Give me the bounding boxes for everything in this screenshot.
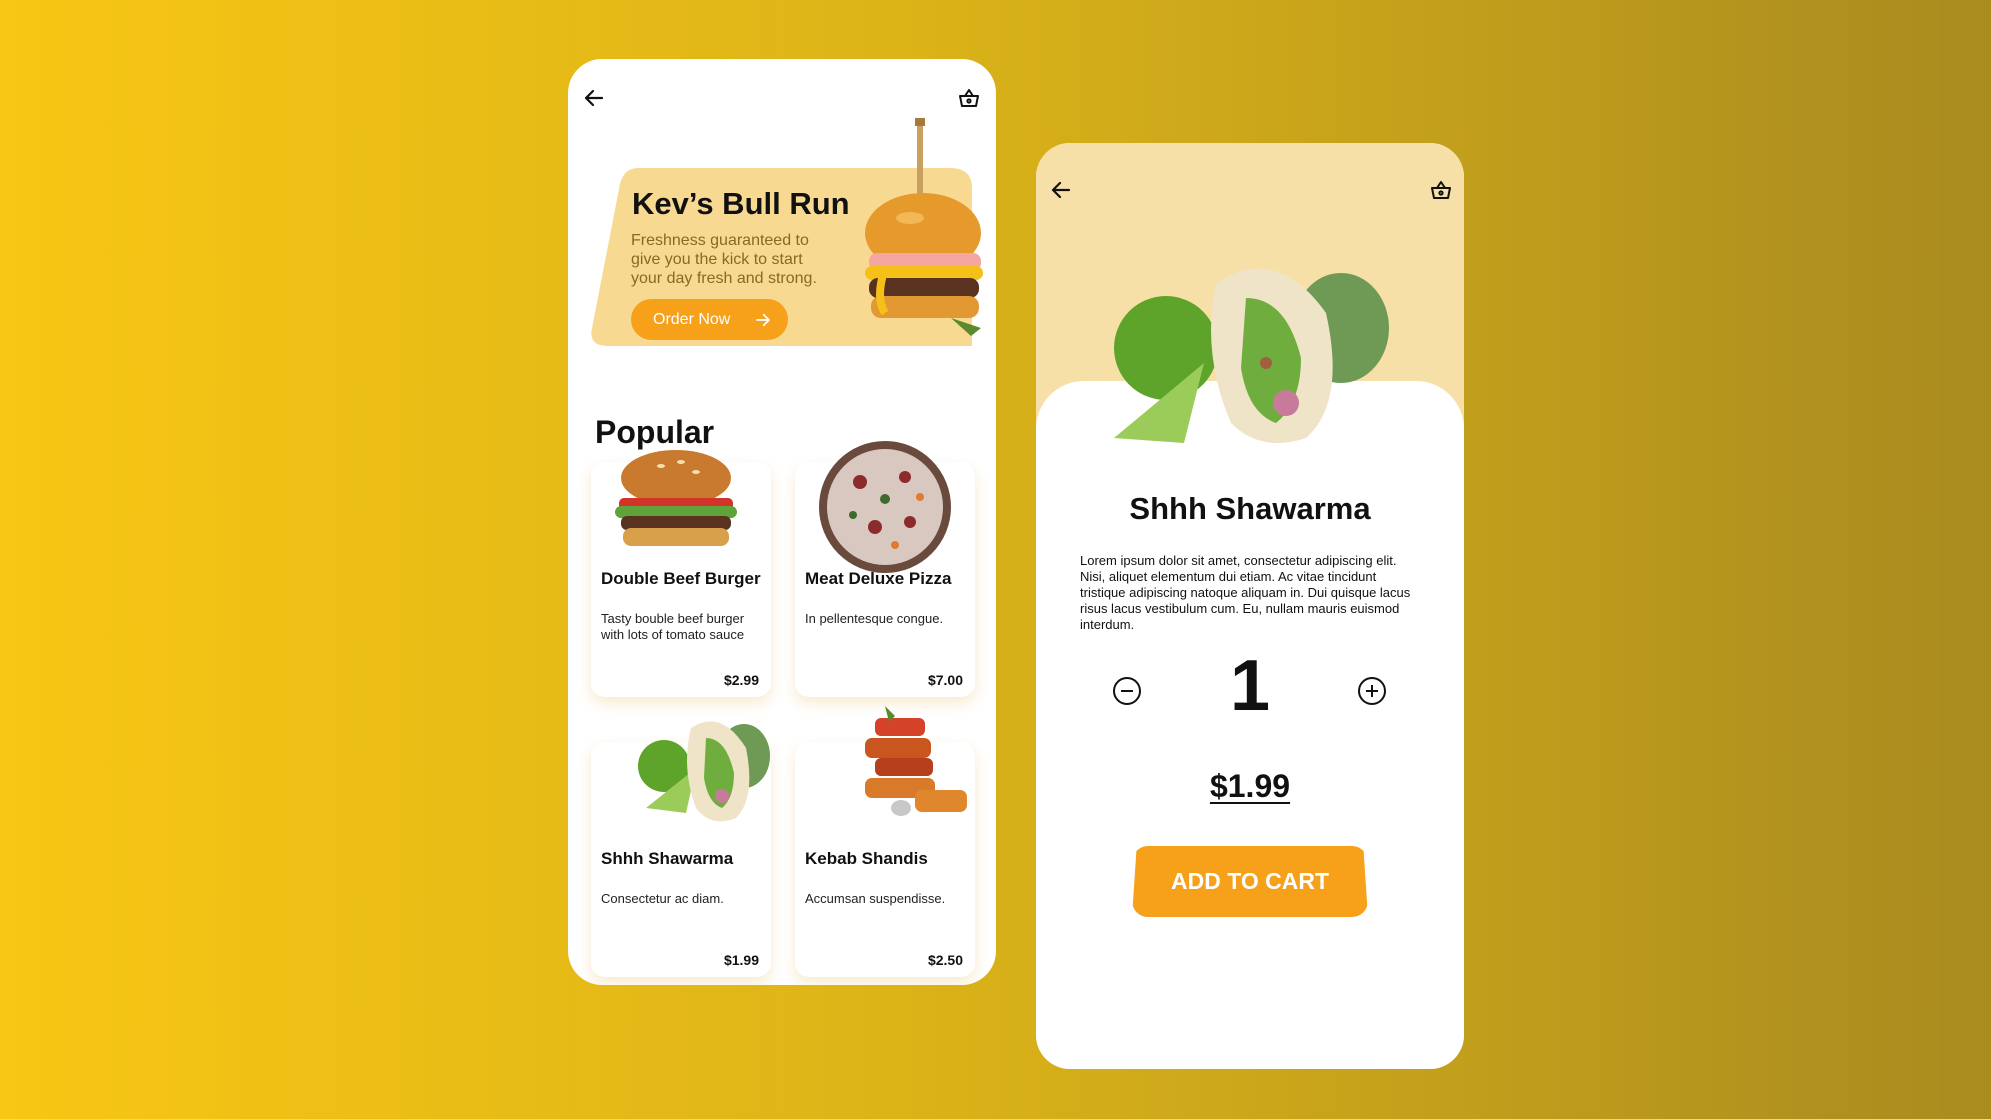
product-description: Lorem ipsum dolor sit amet, consectetur … <box>1080 553 1411 632</box>
promo-title: Kev’s Bull Run <box>632 186 850 221</box>
product-card-kebab-shandis[interactable]: Kebab Shandis Accumsan suspendisse. $2.5… <box>795 706 975 977</box>
product-card-shhh-shawarma[interactable]: Shhh Shawarma Consectetur ac diam. $1.99 <box>591 721 771 977</box>
burger-image <box>615 450 737 546</box>
back-arrow-icon[interactable] <box>579 83 609 113</box>
product-description: Tasty bouble beef burger with lots of to… <box>601 611 745 642</box>
order-now-button[interactable]: Order Now <box>631 299 788 340</box>
product-price: $2.99 <box>723 672 759 688</box>
pizza-image <box>819 441 951 573</box>
basket-icon[interactable] <box>1426 175 1456 205</box>
arrow-right-icon <box>756 313 770 327</box>
shawarma-image <box>1114 268 1389 443</box>
order-now-label: Order Now <box>653 310 731 328</box>
product-price: $7.00 <box>927 672 963 688</box>
shawarma-image <box>638 721 770 822</box>
promo-banner: Kev’s Bull Run Freshness guaranteed to g… <box>590 118 983 346</box>
quantity-value: 1 <box>1229 646 1271 726</box>
product-price: $1.99 <box>1209 768 1291 804</box>
add-to-cart-label: ADD TO CART <box>1170 868 1329 894</box>
product-description: Consectetur ac diam. <box>601 891 724 906</box>
add-to-cart-button[interactable]: ADD TO CART <box>1132 846 1368 917</box>
product-card-double-beef-burger[interactable]: Double Beef Burger Tasty bouble beef bur… <box>591 450 771 697</box>
product-card-meat-deluxe-pizza[interactable]: Meat Deluxe Pizza In pellentesque congue… <box>795 441 975 697</box>
promo-text: Freshness guaranteed to give you the kic… <box>631 232 817 287</box>
back-arrow-icon[interactable] <box>1046 175 1076 205</box>
popular-heading: Popular <box>595 414 715 450</box>
product-price: $1.99 <box>723 952 759 968</box>
product-detail-screen: Shhh Shawarma Lorem ipsum dolor sit amet… <box>1036 143 1464 1069</box>
kebab-image <box>865 706 967 816</box>
product-name: Shhh Shawarma <box>601 849 734 868</box>
plus-circle-icon[interactable] <box>1356 675 1388 707</box>
product-title: Shhh Shawarma <box>1129 491 1371 526</box>
burger-image <box>865 118 983 336</box>
home-screen: Kev’s Bull Run Freshness guaranteed to g… <box>568 59 996 985</box>
product-name: Kebab Shandis <box>805 849 928 868</box>
product-name: Double Beef Burger <box>601 569 761 588</box>
product-description: In pellentesque congue. <box>805 611 944 626</box>
product-price: $2.50 <box>927 952 963 968</box>
basket-icon[interactable] <box>954 83 984 113</box>
product-description: Accumsan suspendisse. <box>805 891 946 906</box>
product-name: Meat Deluxe Pizza <box>805 569 952 588</box>
minus-circle-icon[interactable] <box>1111 675 1143 707</box>
